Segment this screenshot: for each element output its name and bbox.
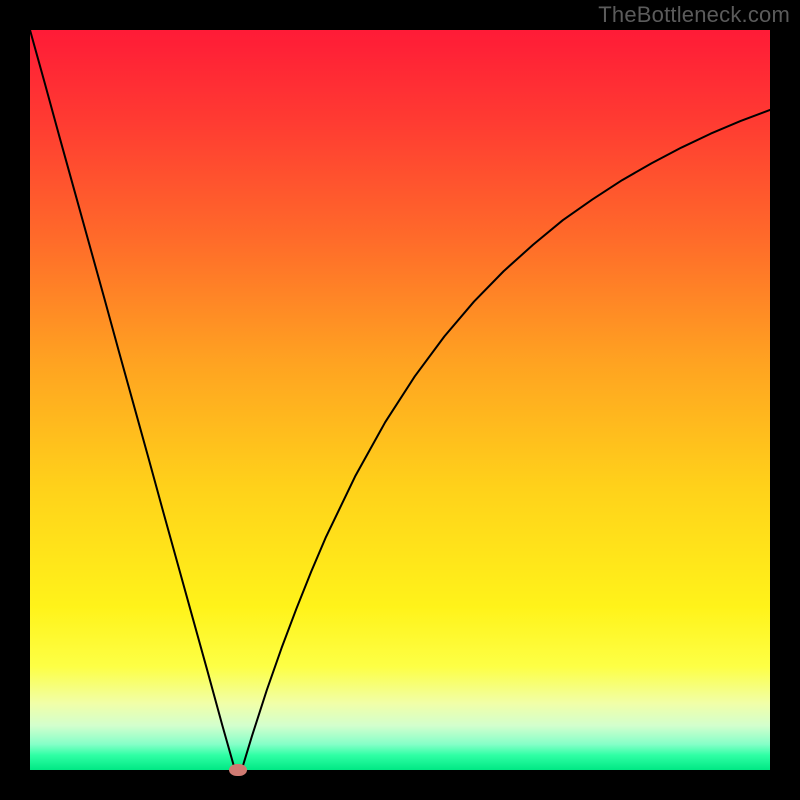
chart-frame: TheBottleneck.com [0, 0, 800, 800]
optimum-marker [229, 764, 247, 776]
watermark-label: TheBottleneck.com [598, 2, 790, 28]
bottleneck-chart [30, 30, 770, 770]
